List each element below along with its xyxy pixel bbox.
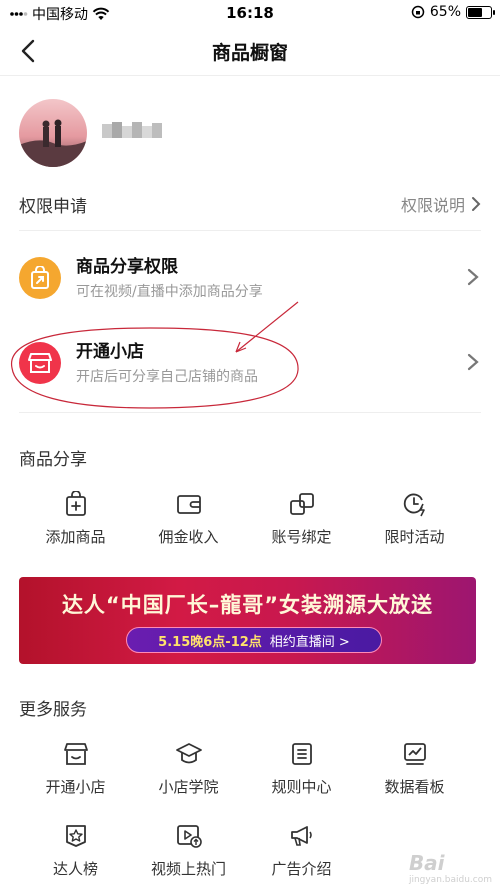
baidu-watermark: Bai jingyan.baidu.com (409, 851, 492, 885)
video-trending-label: 视频上热门 (150, 860, 226, 878)
page-title: 商品橱窗 (211, 42, 288, 64)
chevron-right-icon (472, 197, 481, 211)
store-academy-button[interactable]: 小店学院 (132, 740, 245, 797)
more-services-row-1: 开通小店 小店学院 规则中心 数据看板 (19, 740, 481, 797)
goods-share-grid: 添加商品 佣金收入 账号绑定 限时活动 (19, 490, 481, 547)
more-services-header: 更多服务 (19, 695, 481, 723)
open-store-service-button[interactable]: 开通小店 (19, 740, 132, 797)
watermark-text: Bai (408, 851, 445, 875)
battery-fill (468, 7, 482, 17)
account-binding-button[interactable]: 账号绑定 (245, 490, 358, 547)
nav-bar: 商品橱窗 (0, 26, 500, 76)
wallet-icon (175, 490, 203, 518)
chevron-right-icon (467, 268, 479, 286)
ad-intro-label: 广告介绍 (271, 860, 332, 878)
add-goods-button[interactable]: 添加商品 (19, 490, 132, 547)
limited-activity-button[interactable]: 限时活动 (358, 490, 471, 547)
rules-center-label: 规则中心 (271, 778, 332, 796)
permissions-title: 权限申请 (19, 197, 87, 217)
annotation-arrow (235, 301, 299, 353)
document-icon (288, 740, 316, 768)
goods-share-title: 商品分享 (19, 450, 87, 470)
banner-cta: 相约直播间 > (269, 634, 350, 650)
permissions-info-label: 权限说明 (400, 196, 465, 215)
limited-activity-label: 限时活动 (384, 528, 445, 546)
influencer-ranking-button[interactable]: 达人榜 (19, 822, 132, 879)
chart-icon (401, 740, 429, 768)
add-goods-label: 添加商品 (45, 528, 106, 546)
megaphone-icon (288, 822, 316, 850)
avatar[interactable] (19, 99, 87, 167)
store-academy-label: 小店学院 (158, 778, 219, 796)
clock-bolt-icon (401, 490, 429, 518)
status-right: 65% (411, 4, 495, 20)
chevron-right-icon (467, 353, 479, 371)
username-blurred (102, 120, 164, 142)
annotation-overlay (11, 301, 299, 409)
video-up-icon (175, 822, 203, 850)
status-bar: 中国移动 16:18 65% (0, 0, 500, 26)
graduation-cap-icon (175, 740, 203, 768)
influencer-ranking-label: 达人榜 (52, 860, 98, 878)
promo-banner[interactable]: 达人“中国厂长–龍哥”女装溯源大放送 5.15晚6点-12点 相约直播间 > (19, 577, 476, 664)
open-store-service-label: 开通小店 (45, 778, 106, 796)
divider (19, 412, 481, 413)
permissions-header: 权限申请 权限说明 (19, 192, 481, 220)
watermark-sub: jingyan.baidu.com (408, 875, 492, 885)
permissions-info-link[interactable]: 权限说明 (401, 192, 481, 216)
battery-percent: 65% (429, 4, 461, 20)
banner-live-button[interactable]: 5.15晚6点-12点 相约直播间 > (126, 627, 382, 653)
rules-center-button[interactable]: 规则中心 (245, 740, 358, 797)
data-dashboard-button[interactable]: 数据看板 (358, 740, 471, 797)
goods-share-permission-title: 商品分享权限 (76, 257, 178, 277)
divider (19, 230, 481, 231)
battery-icon (466, 5, 495, 19)
more-services-title: 更多服务 (19, 700, 87, 720)
video-trending-button[interactable]: 视频上热门 (132, 822, 245, 879)
store-icon (62, 740, 90, 768)
rotation-lock-icon (411, 5, 425, 19)
banner-headline: 达人“中国厂长–龍哥”女装溯源大放送 (61, 593, 434, 617)
add-goods-icon (62, 490, 90, 518)
star-badge-icon (62, 822, 90, 850)
commission-income-label: 佣金收入 (158, 528, 219, 546)
commission-income-button[interactable]: 佣金收入 (132, 490, 245, 547)
annotation-ellipse (11, 327, 299, 409)
banner-time: 5.15晚6点-12点 (158, 634, 262, 650)
ad-intro-button[interactable]: 广告介绍 (245, 822, 358, 879)
goods-share-header: 商品分享 (19, 445, 481, 473)
account-binding-label: 账号绑定 (271, 528, 332, 546)
data-dashboard-label: 数据看板 (384, 778, 445, 796)
link-icon (288, 490, 316, 518)
